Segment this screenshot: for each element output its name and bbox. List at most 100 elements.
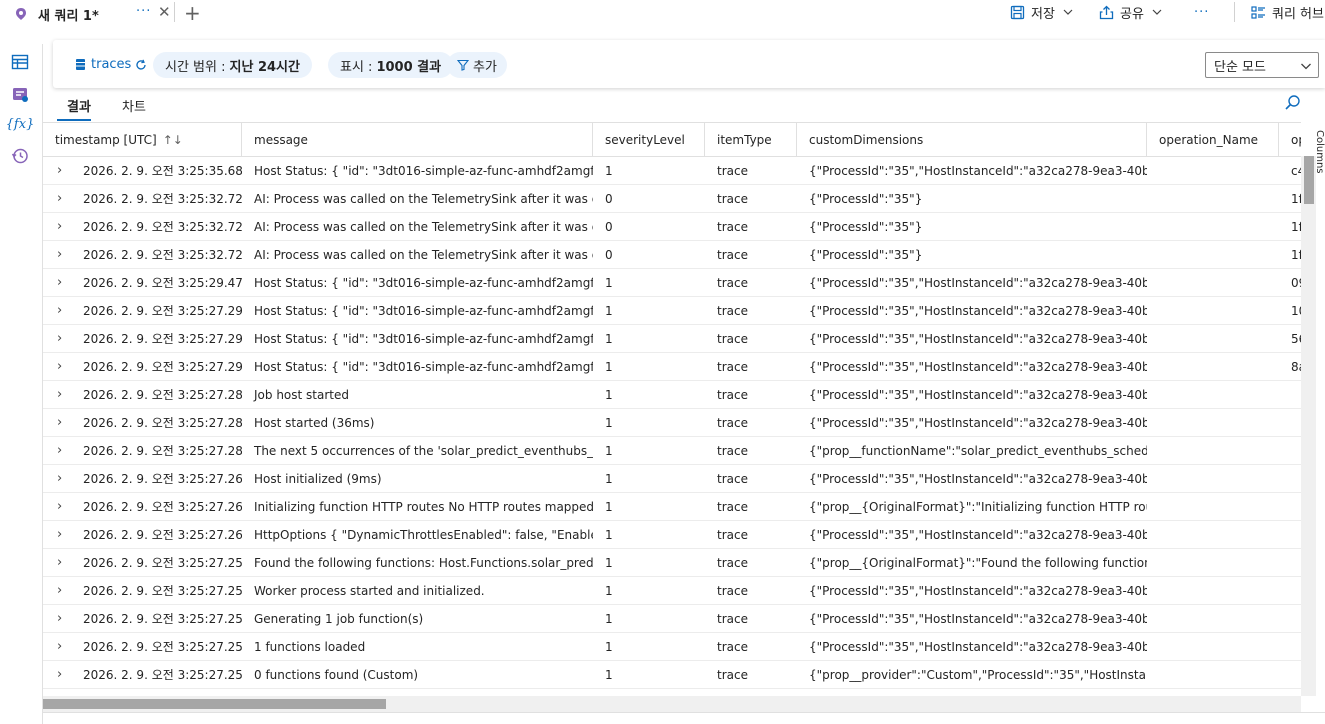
cell-timestamp: 2026. 2. 9. 오전 3:25:27.260 (83, 500, 242, 514)
expand-row-icon[interactable]: › (57, 213, 62, 241)
table-row[interactable]: › 2026. 2. 9. 오전 3:25:27.260 Initializing … (43, 493, 1301, 521)
functions-icon[interactable]: {fx} (6, 114, 35, 134)
save-button[interactable]: 저장 (1010, 2, 1073, 22)
expand-row-icon[interactable]: › (57, 409, 62, 437)
horizontal-scrollbar[interactable] (43, 696, 1301, 712)
cell-message: Host Status: { "id": "3dt016-simple-az-f… (254, 276, 593, 290)
cell-operation-id (1279, 605, 1301, 633)
expand-row-icon[interactable]: › (57, 269, 62, 297)
left-rail: {fx} (0, 44, 42, 724)
add-filter-label: 추가 (473, 59, 497, 75)
query-tab[interactable]: 새 쿼리 1* ··· ✕ (14, 0, 174, 28)
table-selector[interactable]: traces (75, 57, 152, 72)
cell-itemtype: trace (717, 388, 748, 402)
chevron-down-icon (1063, 9, 1073, 15)
toolbar-divider (1234, 2, 1235, 22)
cell-message: AI: Process was called on the TelemetryS… (254, 192, 593, 206)
cell-message: Job host started (254, 388, 349, 402)
cell-itemtype: trace (717, 444, 748, 458)
show-results-pill[interactable]: 표시 : 1000 결과 (328, 52, 454, 78)
search-icon[interactable] (1284, 94, 1302, 112)
expand-row-icon[interactable]: › (57, 633, 62, 661)
cell-itemtype: trace (717, 668, 748, 682)
tab-results[interactable]: 결과 (67, 96, 91, 115)
expand-row-icon[interactable]: › (57, 521, 62, 549)
cell-timestamp: 2026. 2. 9. 오전 3:25:27.287 (83, 416, 242, 430)
table-row[interactable]: › 2026. 2. 9. 오전 3:25:32.721 AI: Process w… (43, 185, 1301, 213)
expand-row-icon[interactable]: › (57, 437, 62, 465)
table-row[interactable]: › 2026. 2. 9. 오전 3:25:27.294 Host Status: … (43, 353, 1301, 381)
expand-row-icon[interactable]: › (57, 325, 62, 353)
expand-row-icon[interactable]: › (57, 157, 62, 185)
vertical-scrollbar[interactable] (1301, 156, 1316, 696)
column-header-severity[interactable]: severityLevel (593, 123, 705, 157)
expand-row-icon[interactable]: › (57, 577, 62, 605)
table-row[interactable]: › 2026. 2. 9. 오전 3:25:27.260 HttpOptions {… (43, 521, 1301, 549)
column-header-timestamp[interactable]: timestamp [UTC] ↑↓ (43, 123, 242, 157)
table-row[interactable]: › 2026. 2. 9. 오전 3:25:27.282 The next 5 oc… (43, 437, 1301, 465)
cell-severity: 1 (605, 444, 613, 458)
cell-timestamp: 2026. 2. 9. 오전 3:25:29.476 (83, 276, 242, 290)
table-row[interactable]: › 2026. 2. 9. 오전 3:25:27.254 Generating 1 … (43, 605, 1301, 633)
expand-row-icon[interactable]: › (57, 549, 62, 577)
query-hub-button[interactable]: 쿼리 허브 (1251, 2, 1324, 22)
expand-row-icon[interactable]: › (57, 185, 62, 213)
column-header-customdimensions[interactable]: customDimensions (797, 123, 1147, 157)
more-options-button[interactable]: ··· (1194, 2, 1209, 22)
table-row[interactable]: › 2026. 2. 9. 오전 3:25:27.260 Host initiali… (43, 465, 1301, 493)
add-filter-pill[interactable]: 추가 (447, 52, 507, 78)
tab-more-icon[interactable]: ··· (136, 4, 151, 19)
mode-select[interactable]: 단순 모드 (1205, 52, 1319, 78)
new-tab-button[interactable]: + (184, 0, 201, 26)
cell-message: 0 functions found (Custom) (254, 668, 419, 682)
column-header-message[interactable]: message (242, 123, 593, 157)
cell-itemtype: trace (717, 640, 748, 654)
bottom-divider (43, 712, 1325, 713)
cell-operation-name (1147, 521, 1279, 549)
cell-itemtype: trace (717, 360, 748, 374)
queries-icon[interactable] (10, 84, 30, 104)
expand-row-icon[interactable]: › (57, 381, 62, 409)
table-row[interactable]: › 2026. 2. 9. 오전 3:25:27.254 Worker proces… (43, 577, 1301, 605)
vertical-scroll-thumb[interactable] (1304, 156, 1314, 204)
expand-row-icon[interactable]: › (57, 297, 62, 325)
expand-row-icon[interactable]: › (57, 493, 62, 521)
cell-operation-name (1147, 409, 1279, 437)
cell-operation-id (1279, 633, 1301, 661)
sort-icon[interactable]: ↑↓ (163, 133, 183, 147)
table-row[interactable]: › 2026. 2. 9. 오전 3:25:32.721 AI: Process w… (43, 241, 1301, 269)
table-row[interactable]: › 2026. 2. 9. 오전 3:25:35.689 Host Status: … (43, 157, 1301, 185)
horizontal-scroll-thumb[interactable] (43, 699, 386, 709)
expand-row-icon[interactable]: › (57, 353, 62, 381)
column-header-itemtype[interactable]: itemType (705, 123, 797, 157)
table-row[interactable]: › 2026. 2. 9. 오전 3:25:27.287 Job host star… (43, 381, 1301, 409)
expand-row-icon[interactable]: › (57, 605, 62, 633)
column-header-label: operation_Id (1291, 133, 1301, 147)
table-row[interactable]: › 2026. 2. 9. 오전 3:25:27.257 Found the fol… (43, 549, 1301, 577)
columns-side-panel[interactable]: Columns (1316, 126, 1325, 206)
column-header-operation-id[interactable]: operation_Id (1279, 123, 1301, 157)
share-button[interactable]: 공유 (1099, 2, 1162, 22)
table-row[interactable]: › 2026. 2. 9. 오전 3:25:27.251 1 functions l… (43, 633, 1301, 661)
cell-message: AI: Process was called on the TelemetryS… (254, 220, 593, 234)
cell-operation-id (1279, 493, 1301, 521)
table-row[interactable]: › 2026. 2. 9. 오전 3:25:32.721 AI: Process w… (43, 213, 1301, 241)
cell-operation-id (1279, 409, 1301, 437)
expand-row-icon[interactable]: › (57, 241, 62, 269)
tab-close-icon[interactable]: ✕ (158, 3, 171, 21)
table-row[interactable]: › 2026. 2. 9. 오전 3:25:29.476 Host Status: … (43, 269, 1301, 297)
tab-chart[interactable]: 차트 (122, 96, 146, 115)
column-header-operation-name[interactable]: operation_Name (1147, 123, 1279, 157)
table-row[interactable]: › 2026. 2. 9. 오전 3:25:27.287 Host started … (43, 409, 1301, 437)
show-value: 1000 결과 (376, 59, 442, 75)
table-row[interactable]: › 2026. 2. 9. 오전 3:25:27.294 Host Status: … (43, 325, 1301, 353)
table-row[interactable]: › 2026. 2. 9. 오전 3:25:27.251 0 functions f… (43, 661, 1301, 689)
cell-severity: 1 (605, 500, 613, 514)
table-row[interactable]: › 2026. 2. 9. 오전 3:25:27.294 Host Status: … (43, 297, 1301, 325)
expand-row-icon[interactable]: › (57, 465, 62, 493)
history-icon[interactable] (10, 146, 30, 166)
expand-row-icon[interactable]: › (57, 661, 62, 689)
tables-icon[interactable] (10, 52, 30, 72)
time-range-pill[interactable]: 시간 범위 : 지난 24시간 (153, 52, 312, 78)
cell-severity: 1 (605, 304, 613, 318)
